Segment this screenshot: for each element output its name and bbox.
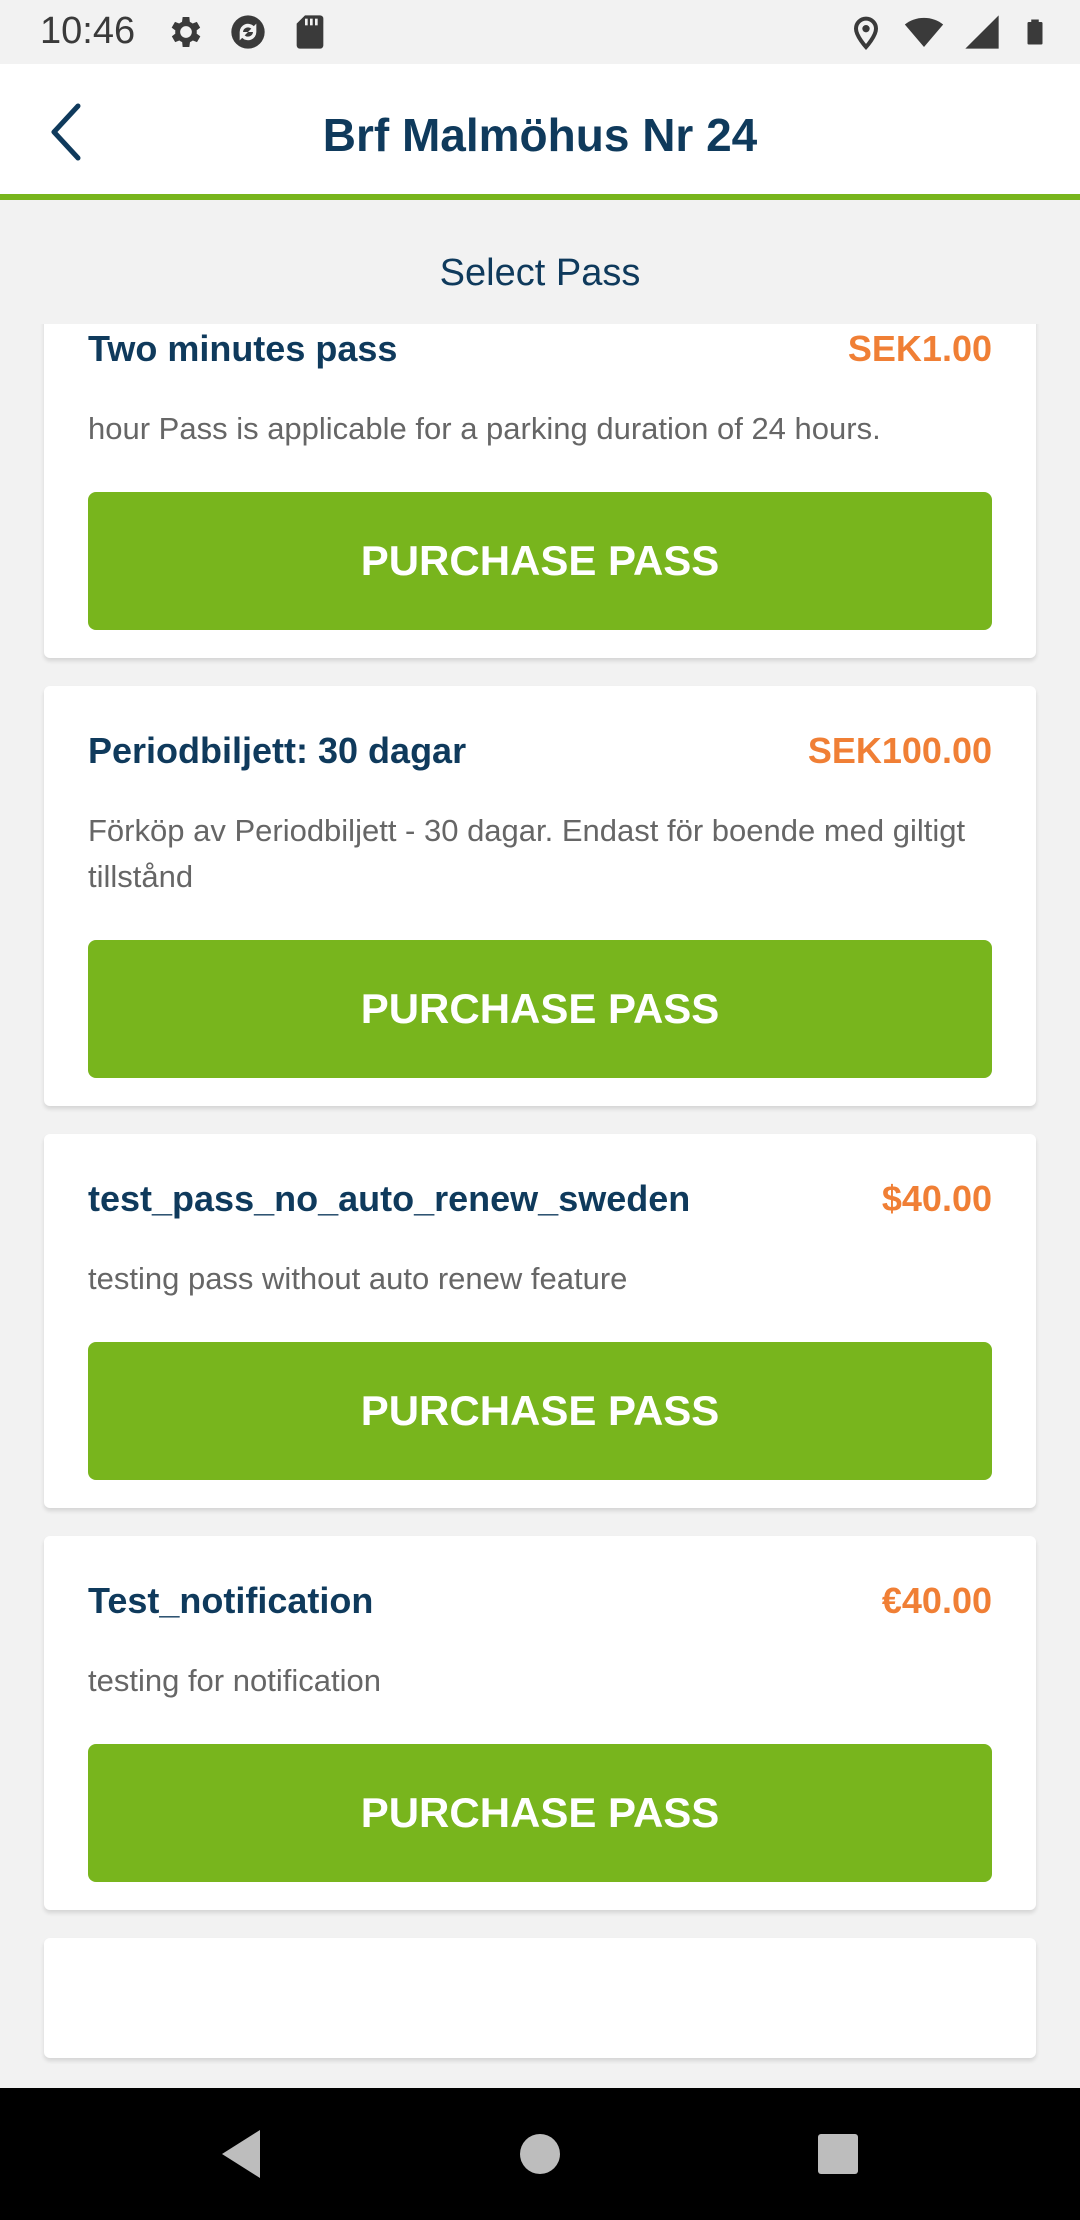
status-bar: 10:46 <box>0 0 1080 64</box>
pass-description: testing for notification <box>88 1663 381 1698</box>
wifi-icon <box>904 17 944 47</box>
nav-home-icon[interactable] <box>502 2116 578 2192</box>
pass-card: Test_notification €40.00 testing for not… <box>44 1536 1036 1910</box>
pass-name: test_pass_no_auto_renew_sweden <box>88 1178 691 1219</box>
page-title: Brf Malmöhus Nr 24 <box>322 109 758 161</box>
nav-recents-icon[interactable] <box>800 2116 876 2192</box>
pass-card: test_pass_no_auto_renew_sweden $40.00 te… <box>44 1134 1036 1508</box>
battery-icon <box>1027 19 1043 45</box>
location-icon <box>853 16 879 50</box>
pass-price: $40.00 <box>881 1178 992 1219</box>
navigation-bar <box>0 2088 1080 2220</box>
pass-description: testing pass without auto renew feature <box>88 1261 628 1296</box>
pass-name: Periodbiljett: 30 dagar <box>88 730 467 771</box>
pass-price: SEK1.00 <box>847 328 992 369</box>
purchase-pass-button[interactable]: PURCHASE PASS <box>88 1744 992 1882</box>
pass-price: SEK100.00 <box>807 730 992 771</box>
nav-back-icon[interactable] <box>204 2116 280 2192</box>
purchase-pass-button[interactable]: PURCHASE PASS <box>88 1342 992 1480</box>
pass-name: Test_notification <box>88 1580 374 1621</box>
status-icons-right <box>846 12 1050 52</box>
pass-description: hour Pass is applicable for a parking du… <box>88 411 881 446</box>
purchase-pass-button[interactable]: PURCHASE PASS <box>88 492 992 630</box>
pass-card: Two minutes pass SEK1.00 hour Pass is ap… <box>44 324 1036 658</box>
settings-icon <box>171 17 201 47</box>
sync-icon <box>231 15 265 49</box>
purchase-pass-button[interactable]: PURCHASE PASS <box>88 940 992 1078</box>
pass-description: Förköp av Periodbiljett - 30 dagar. Enda… <box>88 813 966 894</box>
sd-card-icon <box>296 15 324 49</box>
section-title: Select Pass <box>439 252 641 294</box>
status-icons-left <box>166 12 330 52</box>
status-time: 10:46 <box>40 10 136 52</box>
pass-price: €40.00 <box>881 1580 992 1621</box>
pass-name: Two minutes pass <box>88 328 398 369</box>
pass-card-partial <box>44 1938 1036 2058</box>
app-bar: Brf Malmöhus Nr 24 <box>0 64 1080 200</box>
pass-card: Periodbiljett: 30 dagar SEK100.00 Förköp… <box>44 686 1036 1106</box>
pass-list[interactable]: Two minutes pass SEK1.00 hour Pass is ap… <box>0 324 1080 2064</box>
signal-icon <box>965 15 999 49</box>
